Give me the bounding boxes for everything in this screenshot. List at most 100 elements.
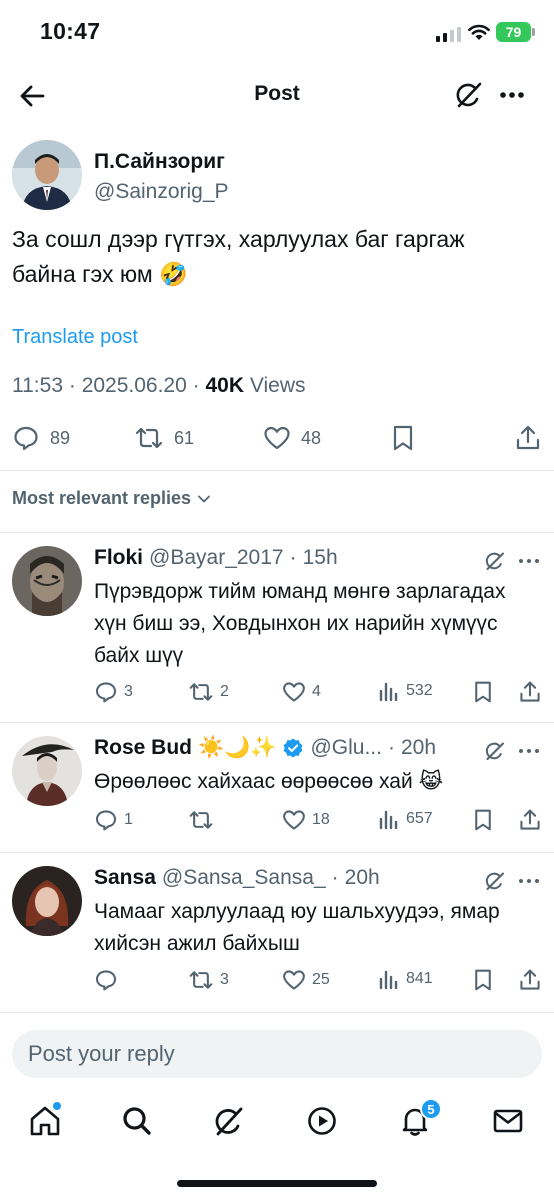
chevron-down-icon xyxy=(198,495,210,502)
replies-filter-dropdown[interactable]: Most relevant replies xyxy=(12,488,213,509)
wifi-icon xyxy=(468,24,490,40)
reply-button[interactable]: 89 xyxy=(12,424,70,452)
post-header: Post xyxy=(0,66,554,124)
share-button[interactable] xyxy=(514,424,542,452)
reply-text: Пүрэвдорж тийм юманд мөнгө зарлагадах хү… xyxy=(94,580,506,667)
reply-time: 20h xyxy=(400,736,437,759)
views-count: 40K xyxy=(205,374,245,397)
home-indicator[interactable] xyxy=(177,1180,377,1187)
bookmark-icon xyxy=(393,425,413,451)
share-button[interactable] xyxy=(518,968,542,992)
messages-envelope-icon[interactable] xyxy=(491,1104,525,1138)
reply-text: Өрөөлөөс хайхаас өөрөөсөө хай 😹 xyxy=(94,766,534,798)
repost-icon xyxy=(189,971,213,989)
notification-count-badge: 5 xyxy=(420,1098,442,1120)
reply-header: Rose Bud ☀️🌙✨ @Glu... · 20h xyxy=(94,736,436,760)
reply-avatar[interactable] xyxy=(12,546,82,616)
grok-icon[interactable] xyxy=(484,870,506,892)
share-button[interactable] xyxy=(518,808,542,832)
repost-icon xyxy=(189,683,213,701)
status-time: 10:47 xyxy=(40,18,101,44)
share-icon xyxy=(520,969,540,990)
more-icon[interactable] xyxy=(516,550,542,572)
bookmark-icon xyxy=(475,809,491,831)
divider xyxy=(0,1012,554,1013)
author-avatar[interactable] xyxy=(12,140,82,210)
grok-icon[interactable] xyxy=(484,550,506,572)
bookmark-button[interactable] xyxy=(472,680,494,704)
like-button[interactable]: 18 xyxy=(282,808,330,832)
divider xyxy=(0,722,554,723)
like-count: 25 xyxy=(312,971,330,988)
repost-button[interactable]: 61 xyxy=(134,424,194,452)
views-count: 532 xyxy=(406,682,433,699)
views-label[interactable]: Views xyxy=(250,374,306,397)
reply-time: 20h xyxy=(344,866,380,889)
meta-separator: · xyxy=(331,866,339,889)
post-time: 11:53 xyxy=(12,374,63,397)
reply-avatar[interactable] xyxy=(12,736,82,806)
reply-author-handle[interactable]: @Sansa_Sansa_ xyxy=(162,866,326,890)
views-count: 657 xyxy=(406,810,433,827)
more-icon[interactable] xyxy=(496,80,528,110)
share-button[interactable] xyxy=(518,680,542,704)
crying-cat-emoji: 😹 xyxy=(418,770,444,793)
repost-icon xyxy=(135,427,163,449)
bookmark-icon xyxy=(475,681,491,703)
grok-icon[interactable] xyxy=(484,740,506,762)
bookmark-button[interactable] xyxy=(390,424,416,452)
author-name[interactable]: П.Сайнзориг xyxy=(94,150,225,174)
bookmark-button[interactable] xyxy=(472,808,494,832)
meta-separator: · xyxy=(387,736,395,759)
reply-author-name[interactable]: Rose Bud xyxy=(94,736,192,760)
reply-author-name[interactable]: Floki xyxy=(94,546,143,570)
more-icon[interactable] xyxy=(516,870,542,892)
grok-icon[interactable] xyxy=(454,80,484,110)
share-icon xyxy=(520,809,540,830)
reply-text-body: Өрөөлөөс хайхаас өөрөөсөө хай xyxy=(94,770,413,793)
reply-header: Sansa @Sansa_Sansa_ · 20h xyxy=(94,866,380,890)
repost-count: 61 xyxy=(174,427,195,448)
replies-filter-label: Most relevant replies xyxy=(12,488,192,508)
post-actions: 89 61 48 xyxy=(0,424,554,454)
bookmark-icon xyxy=(475,969,491,991)
divider xyxy=(0,852,554,853)
like-button[interactable]: 48 xyxy=(263,424,321,452)
share-icon xyxy=(520,681,540,702)
like-button[interactable]: 25 xyxy=(282,968,330,992)
repost-button[interactable]: 3 xyxy=(188,968,229,992)
reply-time: 15h xyxy=(302,546,338,569)
translate-post-link[interactable]: Translate post xyxy=(12,326,138,349)
post-meta: 11:53 · 2025.06.20 · 40K Views xyxy=(12,374,306,398)
views-button[interactable]: 532 xyxy=(378,680,433,702)
battery-cap xyxy=(532,28,535,36)
reply-button[interactable]: 3 xyxy=(94,680,133,704)
more-icon[interactable] xyxy=(516,740,542,762)
reply-actions: 1 18 657 xyxy=(94,808,544,834)
reply-actions: 3 2 4 532 xyxy=(94,680,544,706)
reply-author-name[interactable]: Sansa xyxy=(94,866,156,890)
reply-button[interactable]: 1 xyxy=(94,808,133,832)
views-button[interactable]: 841 xyxy=(378,968,433,990)
views-button[interactable]: 657 xyxy=(378,808,433,830)
author-handle[interactable]: @Sainzorig_P xyxy=(94,180,229,204)
repost-button[interactable]: 2 xyxy=(188,680,229,704)
reply-author-handle[interactable]: @Glu... xyxy=(310,736,382,760)
grok-icon[interactable] xyxy=(212,1104,246,1138)
status-bar: 10:47 79 xyxy=(0,0,554,64)
reply-icon xyxy=(95,810,117,831)
like-button[interactable]: 4 xyxy=(282,680,321,704)
search-icon[interactable] xyxy=(120,1104,154,1138)
heart-icon xyxy=(283,682,305,702)
reply-button[interactable] xyxy=(94,968,124,992)
reply-author-handle[interactable]: @Bayar_2017 xyxy=(149,546,284,570)
reply-avatar[interactable] xyxy=(12,866,82,936)
reply-composer-input[interactable]: Post your reply xyxy=(12,1030,542,1078)
bookmark-button[interactable] xyxy=(472,968,494,992)
cellular-signal-icon xyxy=(436,26,461,42)
meta-separator: · xyxy=(68,374,76,397)
repost-button[interactable] xyxy=(188,808,220,832)
like-count: 48 xyxy=(301,427,322,448)
reply-actions: 3 25 841 xyxy=(94,968,544,994)
video-play-icon[interactable] xyxy=(305,1104,339,1138)
